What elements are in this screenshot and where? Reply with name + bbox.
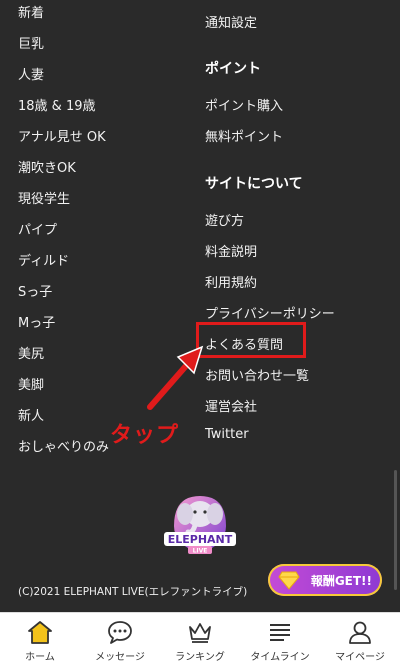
svg-text:LIVE: LIVE — [193, 548, 208, 555]
free-point-link[interactable]: 無料ポイント — [205, 126, 283, 145]
category-item-new[interactable]: 新着 — [18, 2, 44, 21]
tab-ranking[interactable]: ランキング — [160, 613, 240, 670]
category-item-student[interactable]: 現役学生 — [18, 188, 70, 207]
point-purchase-link[interactable]: ポイント購入 — [205, 95, 283, 114]
category-item-busty[interactable]: 巨乳 — [18, 33, 44, 52]
company-link[interactable]: 運営会社 — [205, 396, 257, 415]
tap-annotation: タップ — [110, 423, 180, 448]
tab-mypage-label: マイページ — [335, 652, 385, 663]
category-item-s[interactable]: Sっ子 — [18, 281, 52, 300]
pricing-link[interactable]: 料金説明 — [205, 241, 257, 260]
pointer-arrow-icon — [147, 345, 204, 410]
inquiry-list-link[interactable]: お問い合わせ一覧 — [205, 365, 309, 384]
category-item-squirt[interactable]: 潮吹きOK — [18, 157, 76, 176]
notification-settings-link[interactable]: 通知設定 — [205, 12, 257, 31]
tab-timeline-label: タイムライン — [250, 652, 310, 663]
user-icon — [349, 621, 371, 644]
chat-icon — [108, 621, 132, 644]
tab-home[interactable]: ホーム — [0, 613, 80, 670]
category-item-dildo[interactable]: ディルド — [18, 250, 69, 269]
tab-message[interactable]: メッセージ — [80, 613, 160, 670]
tab-mypage[interactable]: マイページ — [320, 613, 400, 670]
crown-icon — [189, 623, 211, 643]
copyright-text: (C)2021 ELEPHANT LIVE(エレファントライブ) — [18, 586, 248, 598]
category-item-legs[interactable]: 美脚 — [18, 374, 44, 393]
point-heading: ポイント — [205, 61, 261, 77]
category-item-m[interactable]: Mっ子 — [18, 312, 55, 331]
privacy-link[interactable]: プライバシーポリシー — [205, 303, 335, 322]
reward-get-button[interactable]: 報酬GET!! — [268, 564, 382, 596]
category-item-18-19[interactable]: 18歳 & 19歳 — [18, 95, 96, 114]
tab-ranking-label: ランキング — [175, 652, 225, 663]
home-icon — [28, 621, 52, 644]
faq-highlight-box — [196, 322, 306, 358]
terms-link[interactable]: 利用規約 — [205, 272, 257, 291]
bottom-tab-bar: ホーム メッセージ ランキング タイムライン マイページ — [0, 612, 400, 670]
timeline-icon — [270, 624, 290, 641]
tab-timeline[interactable]: タイムライン — [240, 613, 320, 670]
category-item-wife[interactable]: 人妻 — [18, 64, 44, 83]
how-to-play-link[interactable]: 遊び方 — [205, 210, 244, 229]
category-item-talk-only[interactable]: おしゃべりのみ — [18, 436, 109, 455]
twitter-link[interactable]: Twitter — [205, 427, 249, 442]
tab-home-label: ホーム — [25, 652, 55, 663]
menu-page: 新着 巨乳 人妻 18歳 & 19歳 アナル見せ OK 潮吹きOK 現役学生 パ… — [0, 0, 400, 612]
category-item-butt[interactable]: 美尻 — [18, 343, 44, 362]
scrollbar[interactable] — [394, 470, 397, 590]
elephant-live-logo: ELEPHANT LIVE — [164, 496, 236, 555]
tab-message-label: メッセージ — [95, 652, 145, 663]
category-item-vibe[interactable]: パイプ — [18, 219, 57, 238]
category-item-anal[interactable]: アナル見せ OK — [18, 126, 106, 145]
svg-text:ELEPHANT: ELEPHANT — [168, 533, 233, 546]
about-site-heading: サイトについて — [205, 176, 303, 192]
category-item-newcomer[interactable]: 新人 — [18, 405, 44, 424]
diamond-icon — [278, 571, 300, 590]
reward-label: 報酬GET!! — [310, 573, 372, 588]
